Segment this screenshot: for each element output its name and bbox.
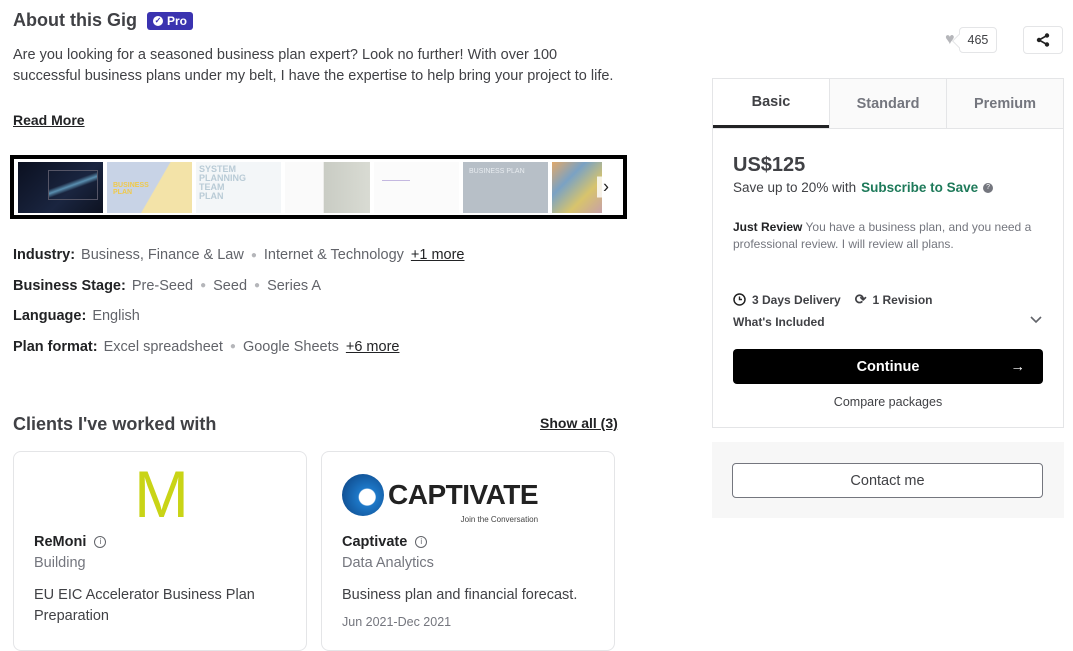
gig-actions: ♥ 465 <box>945 27 998 53</box>
client-logo-remoni: M <box>134 457 189 531</box>
attribute-value: English <box>92 308 140 324</box>
client-card: M ReMoni i Building EU EIC Accelerator B… <box>13 451 307 651</box>
info-icon[interactable]: i <box>415 536 428 548</box>
gallery-thumbnail[interactable]: BUSINESS PLAN <box>107 161 192 213</box>
gallery-thumbnail[interactable]: SYSTEM PLANNING TEAM PLAN <box>196 161 281 213</box>
read-more-link[interactable]: Read More <box>13 112 85 128</box>
contact-section: Contact me <box>712 442 1064 518</box>
attribute-value: Internet & Technology <box>263 247 404 263</box>
share-button[interactable] <box>1023 26 1063 54</box>
attribute-value: Business, Finance & Law <box>81 247 244 263</box>
attribute-value: Series A <box>267 277 322 294</box>
compare-packages-link[interactable]: Compare packages <box>713 395 1063 409</box>
separator-dot: ● <box>254 280 261 292</box>
gig-description: Are you looking for a seasoned business … <box>13 47 614 84</box>
package-description: Just Review You have a business plan, an… <box>733 219 1043 252</box>
attribute-label: Business Stage: <box>13 277 126 294</box>
client-name-text: ReMoni <box>34 534 87 550</box>
tab-premium[interactable]: Premium <box>946 79 1063 128</box>
attribute-language: Language: English <box>13 308 465 339</box>
pro-badge-label: Pro <box>166 13 187 28</box>
clients-heading: Clients I've worked with <box>13 414 217 434</box>
client-project-description: Business plan and financial forecast. <box>342 587 578 603</box>
clock-icon <box>733 293 746 306</box>
about-title: About this Gig <box>13 10 137 30</box>
gallery-thumbnail[interactable] <box>374 161 459 213</box>
separator-dot: ● <box>229 341 236 353</box>
captivate-logo-tagline: Join the Conversation <box>460 515 539 524</box>
attribute-value: Excel spreadsheet <box>103 338 223 355</box>
package-panel: Basic Standard Premium US$125 Save up to… <box>712 78 1064 428</box>
client-card: CAPTIVATE Join the Conversation Captivat… <box>321 451 615 651</box>
package-title: Just Review <box>733 220 803 234</box>
share-icon <box>1036 33 1050 47</box>
separator-dot: ● <box>250 249 257 261</box>
continue-label: Continue <box>856 358 920 375</box>
chevron-right-icon[interactable]: › <box>597 176 615 198</box>
about-heading: About this Gig ✓ Pro <box>13 10 193 31</box>
gallery-thumbnail[interactable]: BUSINESS PLAN <box>463 161 548 213</box>
captivate-logo-icon <box>342 474 384 516</box>
gallery-thumbnail[interactable] <box>285 161 370 213</box>
arrow-right-icon: → <box>1010 358 1026 375</box>
contact-me-button[interactable]: Contact me <box>732 463 1043 498</box>
chevron-down-icon <box>1030 316 1042 324</box>
client-logo-captivate: CAPTIVATE Join the Conversation <box>342 468 539 524</box>
help-icon[interactable]: ? <box>983 182 994 193</box>
tab-standard[interactable]: Standard <box>829 79 946 128</box>
client-name-text: Captivate <box>342 534 408 550</box>
revisions-text: 1 Revision <box>872 292 933 307</box>
continue-button[interactable]: Continue → <box>733 349 1043 384</box>
subscribe-to-save: Save up to 20% with Subscribe to Save ? <box>733 180 994 195</box>
package-meta: 3 Days Delivery ⟳ 1 Revision <box>733 291 933 308</box>
gig-gallery-carousel: BUSINESS PLAN SYSTEM PLANNING TEAM PLAN BUSI… <box>10 155 627 219</box>
verified-check-icon: ✓ <box>152 15 163 26</box>
client-name: Captivate i <box>342 534 428 550</box>
separator-dot: ● <box>200 280 207 292</box>
industry-more-link[interactable]: +1 more <box>411 247 465 263</box>
attribute-label: Industry: <box>13 247 76 263</box>
pro-badge: ✓ Pro <box>146 11 193 30</box>
package-tabs: Basic Standard Premium <box>713 79 1063 129</box>
delivery-time: 3 Days Delivery <box>733 293 841 307</box>
attribute-label: Plan format: <box>13 338 98 355</box>
whats-included-label: What's Included <box>733 315 825 329</box>
client-industry: Building <box>34 555 86 571</box>
subscribe-to-save-link[interactable]: Subscribe to Save <box>861 180 978 195</box>
tab-basic[interactable]: Basic <box>713 79 829 128</box>
client-project-date: Jun 2021-Dec 2021 <box>342 615 452 629</box>
client-name: ReMoni i <box>34 534 107 550</box>
gig-attributes: Industry: Business, Finance & Law ● Interne… <box>13 247 465 369</box>
attribute-industry: Industry: Business, Finance & Law ● Interne… <box>13 247 465 278</box>
attribute-value: Seed <box>213 277 248 294</box>
delivery-text: 3 Days Delivery <box>752 292 841 307</box>
gallery-thumbnail[interactable] <box>18 161 103 213</box>
client-project-description: EU EIC Accelerator Business Plan Prepara… <box>34 587 255 624</box>
info-icon[interactable]: i <box>94 536 107 548</box>
show-all-clients-link[interactable]: Show all (3) <box>540 415 618 431</box>
save-prefix: Save up to 20% with <box>733 180 857 195</box>
revisions: ⟳ 1 Revision <box>855 291 933 308</box>
whats-included-toggle[interactable]: What's Included <box>733 315 1043 329</box>
gallery-thumbnail[interactable] <box>552 161 602 213</box>
client-industry: Data Analytics <box>342 555 434 571</box>
attribute-value: Google Sheets <box>242 338 339 355</box>
attribute-label: Language: <box>13 308 87 324</box>
plan-format-more-link[interactable]: +6 more <box>346 339 400 355</box>
likes-count: 465 <box>958 27 998 53</box>
package-price: US$125 <box>733 154 806 176</box>
attribute-plan-format: Plan format: Excel spreadsheet ● Google She… <box>13 339 465 370</box>
refresh-icon: ⟳ <box>854 291 867 307</box>
captivate-logo-text: CAPTIVATE <box>388 479 539 510</box>
attribute-business-stage: Business Stage: Pre-Seed ● Seed ● Series A <box>13 278 465 309</box>
attribute-value: Pre-Seed <box>131 277 194 294</box>
